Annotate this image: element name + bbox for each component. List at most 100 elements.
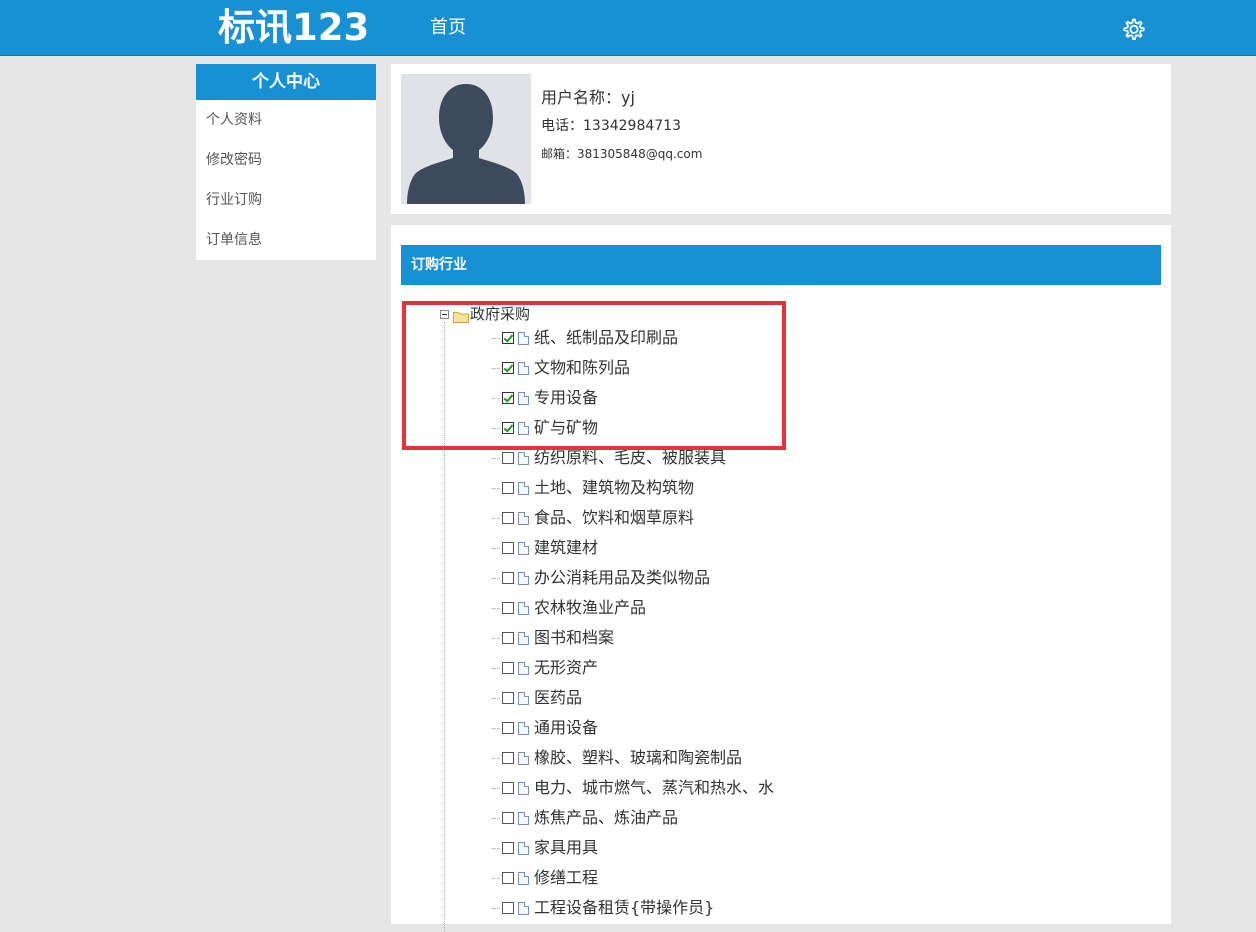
tree-leaf-item[interactable]: 修缮工程 <box>492 863 598 893</box>
tree-leaf-label: 工程设备租赁{带操作员} <box>534 898 715 917</box>
sidebar-item-orders[interactable]: 订单信息 <box>196 220 376 260</box>
page-icon <box>518 361 529 375</box>
checkbox-unchecked[interactable] <box>502 572 514 584</box>
checkbox-checked[interactable] <box>502 422 514 434</box>
site-logo[interactable]: 标讯123 <box>218 5 369 51</box>
profile-phone: 电话：13342984713 <box>541 118 681 134</box>
tree-branch-line <box>492 787 500 789</box>
tree-branch-line <box>492 397 500 399</box>
page-icon <box>518 751 529 765</box>
checkbox-unchecked[interactable] <box>502 452 514 464</box>
tree-branch-line <box>492 577 500 579</box>
checkbox-unchecked[interactable] <box>502 602 514 614</box>
page-icon <box>518 571 529 585</box>
tree-branch-line <box>492 547 500 549</box>
tree-leaf-label: 矿与矿物 <box>534 418 599 437</box>
tree-leaf-item[interactable]: 办公消耗用品及类似物品 <box>492 563 710 593</box>
tree-leaf-item[interactable]: 纺织原料、毛皮、被服装具 <box>492 443 726 473</box>
tree-leaf-item[interactable]: 矿与矿物 <box>492 413 598 443</box>
page-icon <box>518 421 529 435</box>
tree-leaf-label: 通用设备 <box>534 718 599 737</box>
checkbox-unchecked[interactable] <box>502 662 514 674</box>
checkbox-unchecked[interactable] <box>502 842 514 854</box>
tree-leaf-item[interactable]: 橡胶、塑料、玻璃和陶瓷制品 <box>492 743 742 773</box>
tree-leaf-item[interactable]: 土地、建筑物及构筑物 <box>492 473 694 503</box>
tree-leaf-item[interactable]: 医药品 <box>492 683 582 713</box>
page-icon <box>518 631 529 645</box>
checkbox-unchecked[interactable] <box>502 632 514 644</box>
page-icon <box>518 811 529 825</box>
tree-leaf-item[interactable]: 无形资产 <box>492 653 598 683</box>
tree-root-label: 政府采购 <box>470 305 531 323</box>
tree-leaf-label: 电力、城市燃气、蒸汽和热水、水 <box>534 778 775 797</box>
tree-leaf-label: 修缮工程 <box>534 868 599 887</box>
tree-branch-line <box>492 757 500 759</box>
checkbox-unchecked[interactable] <box>502 872 514 884</box>
top-navbar: 标讯123 首页 <box>0 0 1256 56</box>
checkbox-checked[interactable] <box>502 362 514 374</box>
tree-leaf-label: 纺织原料、毛皮、被服装具 <box>534 448 727 467</box>
page-icon <box>518 511 529 525</box>
tree-branch-line <box>492 667 500 669</box>
tree-branch-line <box>492 517 500 519</box>
sidebar-title: 个人中心 <box>196 64 376 100</box>
tree-leaf-item[interactable]: 电力、城市燃气、蒸汽和热水、水 <box>492 773 774 803</box>
tree-leaf-item[interactable]: 通用设备 <box>492 713 598 743</box>
tree-branch-line <box>492 457 500 459</box>
checkbox-unchecked[interactable] <box>502 512 514 524</box>
tree-leaf-item[interactable]: 纸、纸制品及印刷品 <box>492 323 678 353</box>
tree-branch-line <box>492 697 500 699</box>
user-silhouette-icon <box>401 74 531 204</box>
checkbox-checked[interactable] <box>502 332 514 344</box>
gear-icon[interactable] <box>1121 16 1147 42</box>
tree-leaf-label: 图书和档案 <box>534 628 615 647</box>
tree-leaf-item[interactable]: 炼焦产品、炼油产品 <box>492 803 678 833</box>
tree-leaf-label: 家具用具 <box>534 838 599 857</box>
page-icon <box>518 781 529 795</box>
tree-leaf-item[interactable]: 农林牧渔业产品 <box>492 593 646 623</box>
checkbox-unchecked[interactable] <box>502 542 514 554</box>
collapse-icon[interactable] <box>440 309 449 319</box>
tree-branch-line <box>492 487 500 489</box>
checkbox-unchecked[interactable] <box>502 782 514 794</box>
tree-leaf-item[interactable]: 文物和陈列品 <box>492 353 630 383</box>
tree-leaf-item[interactable]: 食品、饮料和烟草原料 <box>492 503 694 533</box>
avatar <box>401 74 531 204</box>
tree-leaf-label: 建筑建材 <box>534 538 599 557</box>
checkbox-unchecked[interactable] <box>502 752 514 764</box>
tree-leaf-label: 无形资产 <box>534 658 599 677</box>
checkbox-unchecked[interactable] <box>502 812 514 824</box>
tree-leaf-label: 办公消耗用品及类似物品 <box>534 568 711 587</box>
checkbox-checked[interactable] <box>502 392 514 404</box>
page-icon <box>518 721 529 735</box>
checkbox-unchecked[interactable] <box>502 902 514 914</box>
tree-branch-line <box>492 337 500 339</box>
sidebar-item-industry-subscription[interactable]: 行业订购 <box>196 180 376 220</box>
subscription-header: 订购行业 <box>401 245 1161 285</box>
sidebar: 个人中心 个人资料 修改密码 行业订购 订单信息 <box>196 64 376 260</box>
profile-card: 用户名称：yj 电话：13342984713 邮箱：381305848@qq.c… <box>391 64 1171 214</box>
tree-leaf-label: 土地、建筑物及构筑物 <box>534 478 695 497</box>
profile-email: 邮箱：381305848@qq.com <box>541 147 703 161</box>
page-icon <box>518 871 529 885</box>
tree-leaf-item[interactable]: 建筑建材 <box>492 533 598 563</box>
page-icon <box>518 481 529 495</box>
sidebar-item-change-password[interactable]: 修改密码 <box>196 140 376 180</box>
tree-branch-line <box>492 607 500 609</box>
tree-branch-line <box>492 427 500 429</box>
tree-branch-line <box>492 367 500 369</box>
tree-leaf-item[interactable]: 工程设备租赁{带操作员} <box>492 893 714 923</box>
checkbox-unchecked[interactable] <box>502 692 514 704</box>
sidebar-item-profile[interactable]: 个人资料 <box>196 100 376 140</box>
tree-root-node[interactable]: 政府采购 <box>440 304 530 324</box>
checkbox-unchecked[interactable] <box>502 482 514 494</box>
tree-leaf-label: 专用设备 <box>534 388 599 407</box>
tree-leaf-item[interactable]: 专用设备 <box>492 383 598 413</box>
page-icon <box>518 691 529 705</box>
tree-branch-line <box>492 847 500 849</box>
nav-home-link[interactable]: 首页 <box>430 16 466 40</box>
tree-leaf-item[interactable]: 家具用具 <box>492 833 598 863</box>
checkbox-unchecked[interactable] <box>502 722 514 734</box>
tree-leaf-label: 纸、纸制品及印刷品 <box>534 328 679 347</box>
tree-leaf-item[interactable]: 图书和档案 <box>492 623 614 653</box>
